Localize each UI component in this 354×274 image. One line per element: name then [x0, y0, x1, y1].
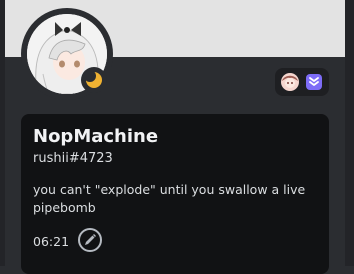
pencil-icon — [85, 234, 96, 245]
edit-button[interactable] — [78, 228, 102, 252]
avatar-badge-icon[interactable] — [280, 72, 300, 92]
bio-text: you can't "explode" until you swallow a … — [33, 182, 306, 215]
badge-list — [275, 68, 329, 96]
window-edge-right — [345, 0, 354, 266]
nitro-chevron-icon[interactable] — [304, 72, 324, 92]
status-indicator — [81, 67, 107, 93]
moon-icon — [85, 71, 102, 88]
local-time: 06:21 — [33, 234, 70, 249]
profile-info-panel: NopMachine rushii#4723 you can't "explod… — [21, 114, 329, 274]
display-name: NopMachine — [33, 126, 159, 147]
username[interactable]: rushii#4723 — [33, 151, 113, 166]
